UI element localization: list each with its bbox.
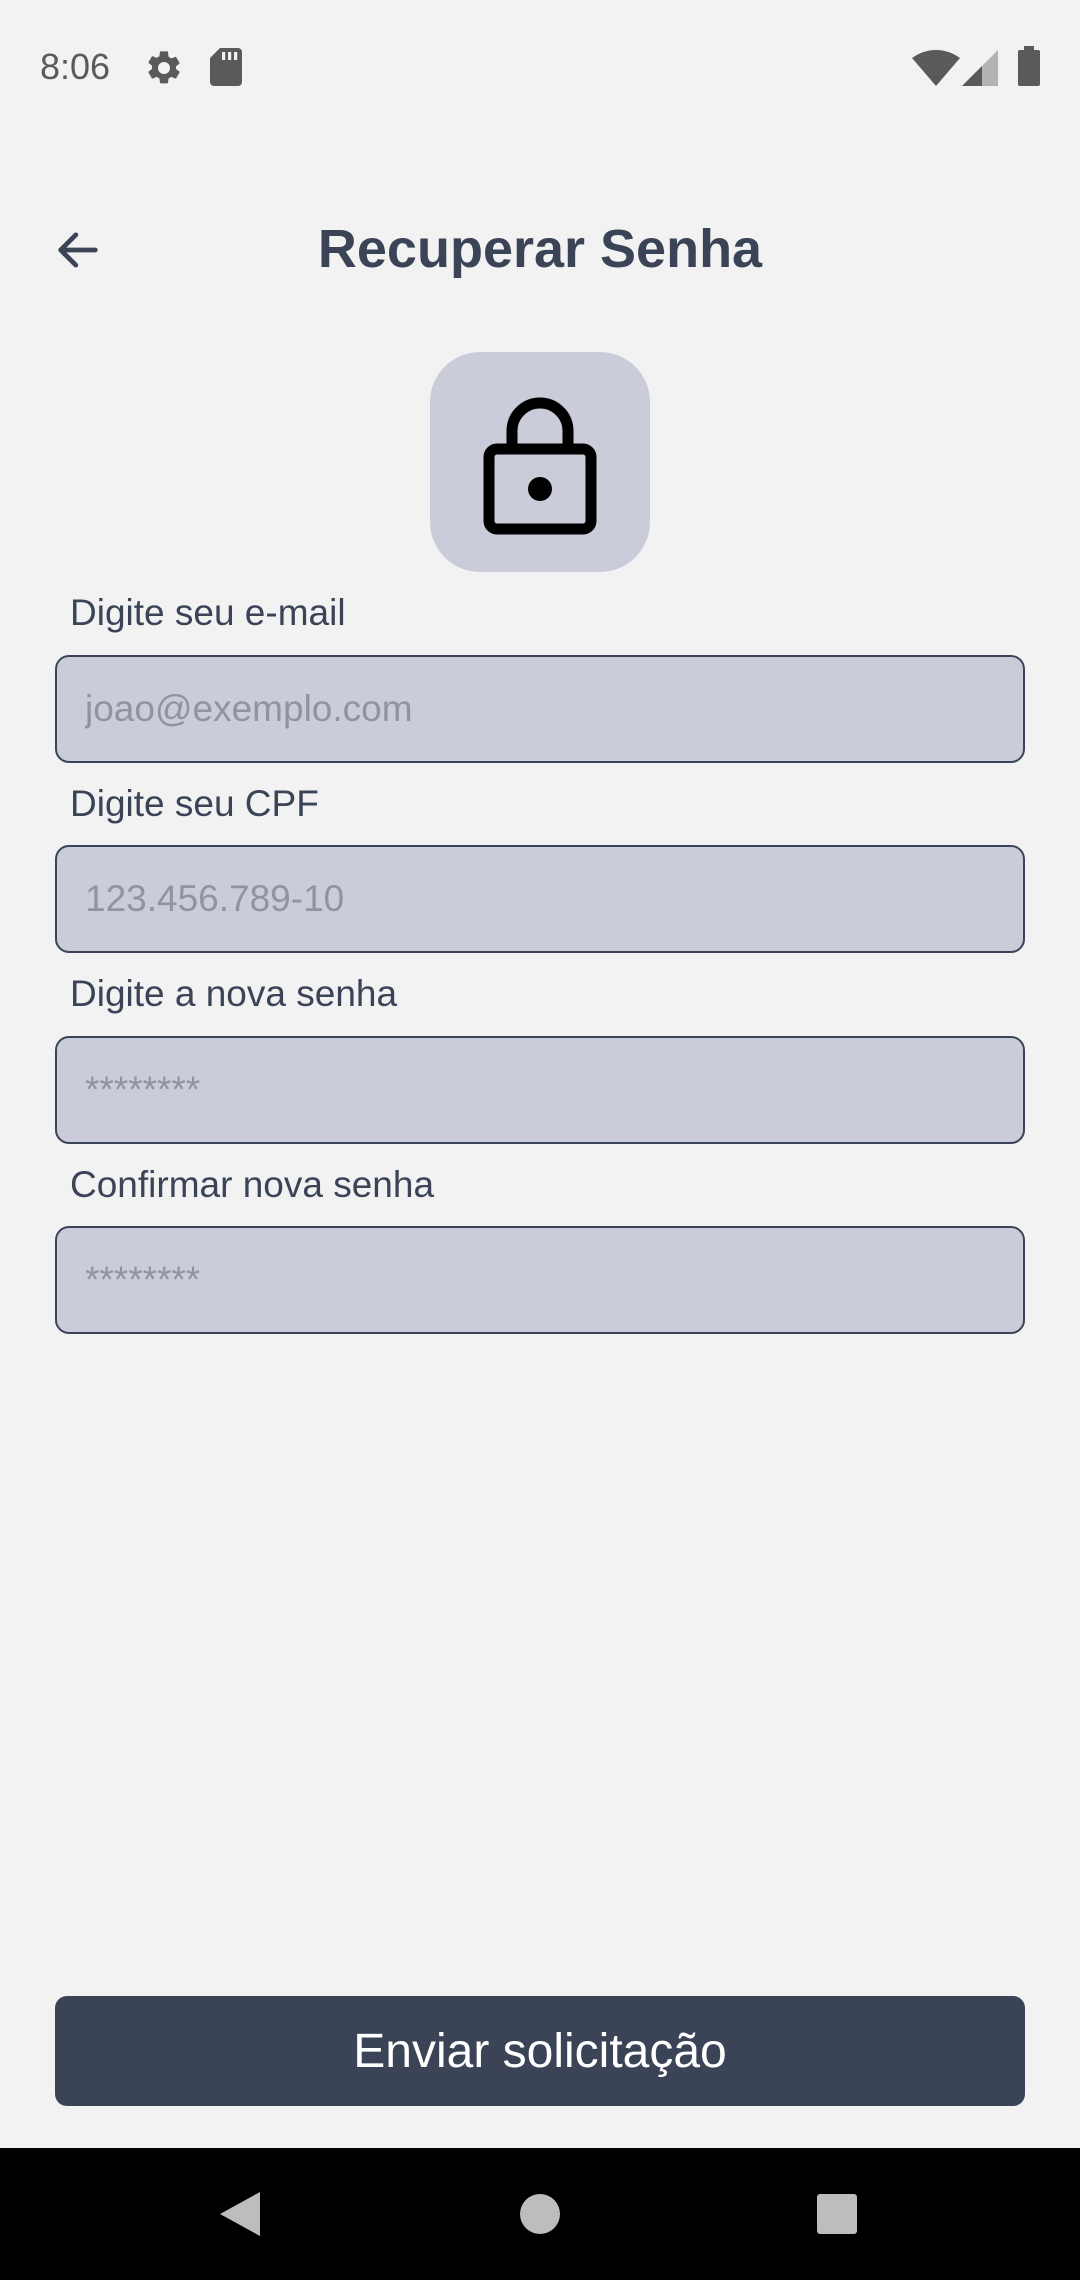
page-title: Recuperar Senha xyxy=(317,219,763,279)
lock-icon xyxy=(483,397,597,535)
nav-home-icon xyxy=(520,2194,560,2234)
status-time: 8:06 xyxy=(40,46,111,87)
nav-back-icon xyxy=(220,2192,260,2236)
submit-button[interactable]: Enviar solicitação xyxy=(55,1996,1025,2106)
gear-icon xyxy=(148,51,180,84)
email-field[interactable] xyxy=(55,655,1025,763)
new-password-label: Digite a nova senha xyxy=(70,973,398,1014)
new-password-field[interactable] xyxy=(55,1036,1025,1144)
signal-icon xyxy=(962,50,998,86)
status-bar: 8:06 xyxy=(0,0,1080,135)
confirm-password-field[interactable] xyxy=(55,1226,1025,1334)
cpf-label: Digite seu CPF xyxy=(70,783,319,824)
sd-card-icon xyxy=(210,48,242,86)
email-label: Digite seu e-mail xyxy=(70,592,346,633)
cpf-field[interactable] xyxy=(55,845,1025,953)
nav-recents-icon xyxy=(817,2194,857,2234)
nav-home-button[interactable] xyxy=(480,2148,600,2280)
wifi-icon xyxy=(912,50,960,86)
battery-icon xyxy=(1018,46,1040,86)
nav-recents-button[interactable] xyxy=(777,2148,897,2280)
nav-back-button[interactable] xyxy=(180,2148,300,2280)
system-nav-bar xyxy=(0,2148,1080,2280)
confirm-password-label: Confirmar nova senha xyxy=(70,1164,435,1205)
lock-tile xyxy=(430,352,650,572)
